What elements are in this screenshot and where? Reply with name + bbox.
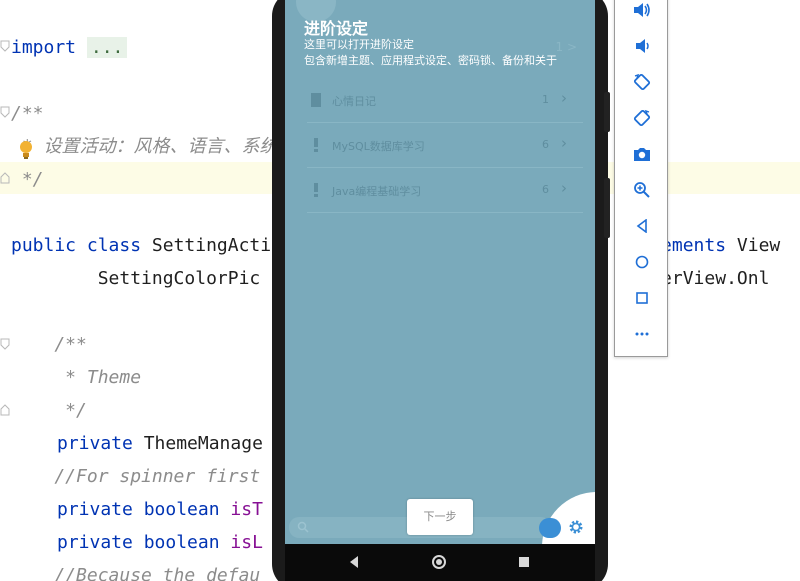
list-item-count: 6 — [542, 138, 549, 151]
tip-description: 包含新增主题、应用程式设定、密码锁、备份和关于 — [304, 54, 557, 67]
lightbulb-icon[interactable] — [18, 139, 34, 161]
chevron-right-icon: › — [561, 134, 567, 152]
rotate-left-icon[interactable] — [631, 71, 653, 93]
overview-icon[interactable] — [631, 287, 653, 309]
device-volume-button[interactable] — [604, 178, 610, 238]
more-icon[interactable] — [631, 323, 653, 345]
nav-home-icon[interactable] — [432, 555, 446, 569]
book-icon — [311, 93, 321, 107]
list-item-label: MySQL数据库学习 — [332, 140, 425, 153]
list-item-count: 6 — [542, 183, 549, 196]
list-item-label: Java编程基础学习 — [332, 185, 422, 198]
app-screen[interactable]: 1 > 进阶设定 这里可以打开进阶设定 包含新增主题、应用程式设定、密码锁、备份… — [285, 0, 595, 544]
search-icon — [297, 521, 309, 533]
volume-up-icon[interactable] — [631, 0, 653, 21]
list-item[interactable]: Java编程基础学习 6 › — [307, 168, 583, 213]
next-step-button[interactable]: 下一步 — [407, 499, 473, 535]
gear-icon[interactable] — [568, 519, 584, 535]
emulator-toolbar — [614, 0, 668, 357]
zoom-icon[interactable] — [631, 179, 653, 201]
volume-down-icon[interactable] — [631, 35, 653, 57]
exclamation-icon — [314, 183, 318, 197]
list-item-count: 1 — [542, 93, 549, 106]
android-nav-bar — [285, 544, 595, 581]
fold-marker-icon[interactable] — [0, 106, 10, 118]
fold-marker-icon[interactable] — [0, 338, 10, 350]
tip-title: 进阶设定 — [304, 19, 369, 38]
fold-marker-icon[interactable] — [0, 40, 10, 52]
nav-back-icon[interactable] — [349, 556, 359, 568]
toggle-switch[interactable] — [539, 518, 561, 538]
chevron-right-icon: › — [561, 89, 567, 107]
keyword-import: import — [11, 37, 77, 58]
list-item-count: 1 > — [555, 40, 577, 54]
exclamation-icon — [314, 138, 318, 152]
tip-subtitle: 这里可以打开进阶设定 — [304, 38, 414, 51]
fold-marker-icon[interactable] — [0, 172, 10, 184]
list-item[interactable]: 心情日记 1 › — [307, 78, 583, 123]
chevron-right-icon: › — [561, 179, 567, 197]
list-item[interactable]: MySQL数据库学习 6 › — [307, 123, 583, 168]
list-item-label: 心情日记 — [332, 95, 376, 108]
nav-recents-icon[interactable] — [519, 557, 529, 567]
back-icon[interactable] — [631, 215, 653, 237]
folded-imports[interactable]: ... — [86, 37, 128, 58]
home-icon[interactable] — [631, 251, 653, 273]
device-power-button[interactable] — [604, 92, 610, 132]
rotate-right-icon[interactable] — [631, 107, 653, 129]
fold-marker-icon[interactable] — [0, 404, 10, 416]
camera-icon[interactable] — [631, 143, 653, 165]
